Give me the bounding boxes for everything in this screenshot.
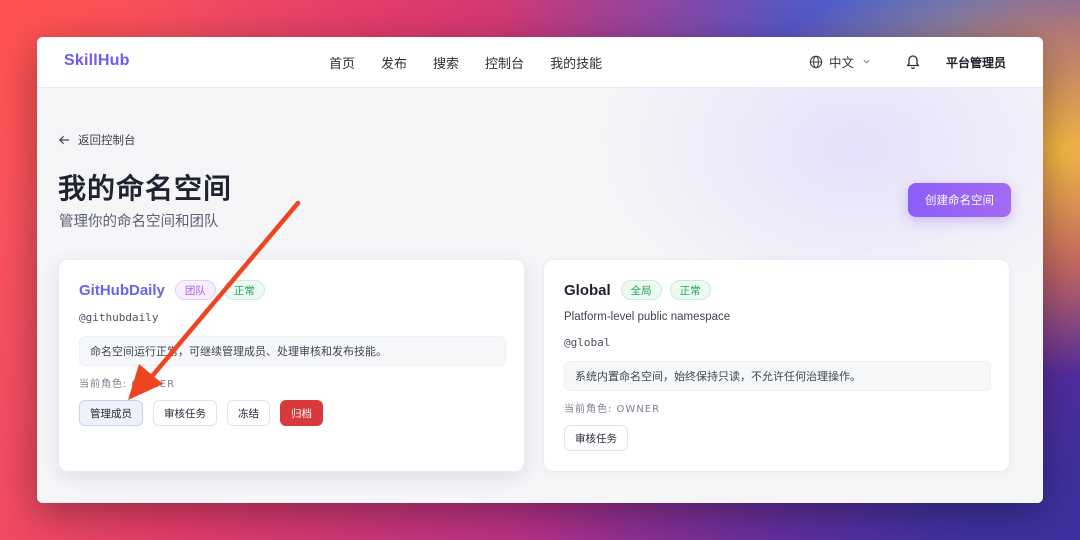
- chevron-down-icon: [863, 59, 870, 64]
- manage-members-button[interactable]: 管理成员: [79, 400, 143, 426]
- brand-logo[interactable]: SkillHub: [64, 52, 130, 70]
- status-notice: 系统内置命名空间，始终保持只读，不允许任何治理操作。: [564, 361, 991, 391]
- language-label: 中文: [829, 55, 855, 70]
- namespace-slug: @githubdaily: [79, 311, 159, 324]
- card-header: Global 全局 正常: [564, 280, 711, 300]
- review-tasks-button[interactable]: 审核任务: [153, 400, 217, 426]
- nav-link-home[interactable]: 首页: [329, 53, 355, 72]
- namespace-card-githubdaily: GitHubDaily 团队 正常 @githubdaily 命名空间运行正常，…: [58, 259, 525, 472]
- page-title: 我的命名空间: [58, 172, 233, 205]
- namespace-slug: @global: [564, 336, 611, 349]
- page-subtitle: 管理你的命名空间和团队: [59, 214, 219, 230]
- type-badge: 团队: [174, 280, 216, 300]
- nav-link-search[interactable]: 搜索: [433, 53, 459, 72]
- create-namespace-button[interactable]: 创建命名空间: [908, 183, 1011, 217]
- current-role: 当前角色: OWNER: [79, 379, 176, 390]
- back-to-console-link[interactable]: 返回控制台: [59, 132, 136, 148]
- user-menu[interactable]: 平台管理员: [946, 54, 1006, 71]
- top-navbar: SkillHub 首页 发布 搜索 控制台 我的技能 中文 平台管理员: [37, 37, 1043, 88]
- nav-links: 首页 发布 搜索 控制台 我的技能: [329, 53, 628, 72]
- card-actions: 审核任务: [564, 425, 628, 451]
- current-role: 当前角色: OWNER: [564, 404, 661, 415]
- back-label: 返回控制台: [78, 133, 136, 147]
- namespace-name[interactable]: Global: [564, 282, 611, 299]
- nav-link-publish[interactable]: 发布: [381, 53, 407, 72]
- namespace-description: Platform-level public namespace: [564, 311, 731, 323]
- arrow-left-icon: [59, 135, 70, 145]
- freeze-button[interactable]: 冻结: [227, 400, 270, 426]
- status-notice: 命名空间运行正常，可继续管理成员、处理审核和发布技能。: [79, 336, 506, 366]
- nav-link-my-skills[interactable]: 我的技能: [550, 53, 602, 72]
- namespace-card-global: Global 全局 正常 Platform-level public names…: [543, 259, 1010, 472]
- language-selector[interactable]: 中文: [809, 52, 877, 71]
- card-header: GitHubDaily 团队 正常: [79, 280, 265, 300]
- status-badge: 正常: [223, 280, 265, 300]
- status-notice-text: 命名空间运行正常，可继续管理成员、处理审核和发布技能。: [90, 345, 387, 358]
- namespace-name[interactable]: GitHubDaily: [79, 282, 165, 299]
- status-notice-text: 系统内置命名空间，始终保持只读，不允许任何治理操作。: [575, 370, 861, 383]
- status-badge: 正常: [669, 280, 711, 300]
- browser-window: SkillHub 首页 发布 搜索 控制台 我的技能 中文 平台管理员 返回控制…: [37, 37, 1043, 503]
- type-badge: 全局: [620, 280, 662, 300]
- archive-button[interactable]: 归档: [280, 400, 323, 426]
- card-actions: 管理成员 审核任务 冻结 归档: [79, 400, 323, 426]
- review-tasks-button[interactable]: 审核任务: [564, 425, 628, 451]
- nav-link-console[interactable]: 控制台: [485, 53, 524, 72]
- bell-icon: [906, 55, 920, 69]
- globe-icon: [809, 55, 823, 68]
- notifications-button[interactable]: [905, 53, 921, 74]
